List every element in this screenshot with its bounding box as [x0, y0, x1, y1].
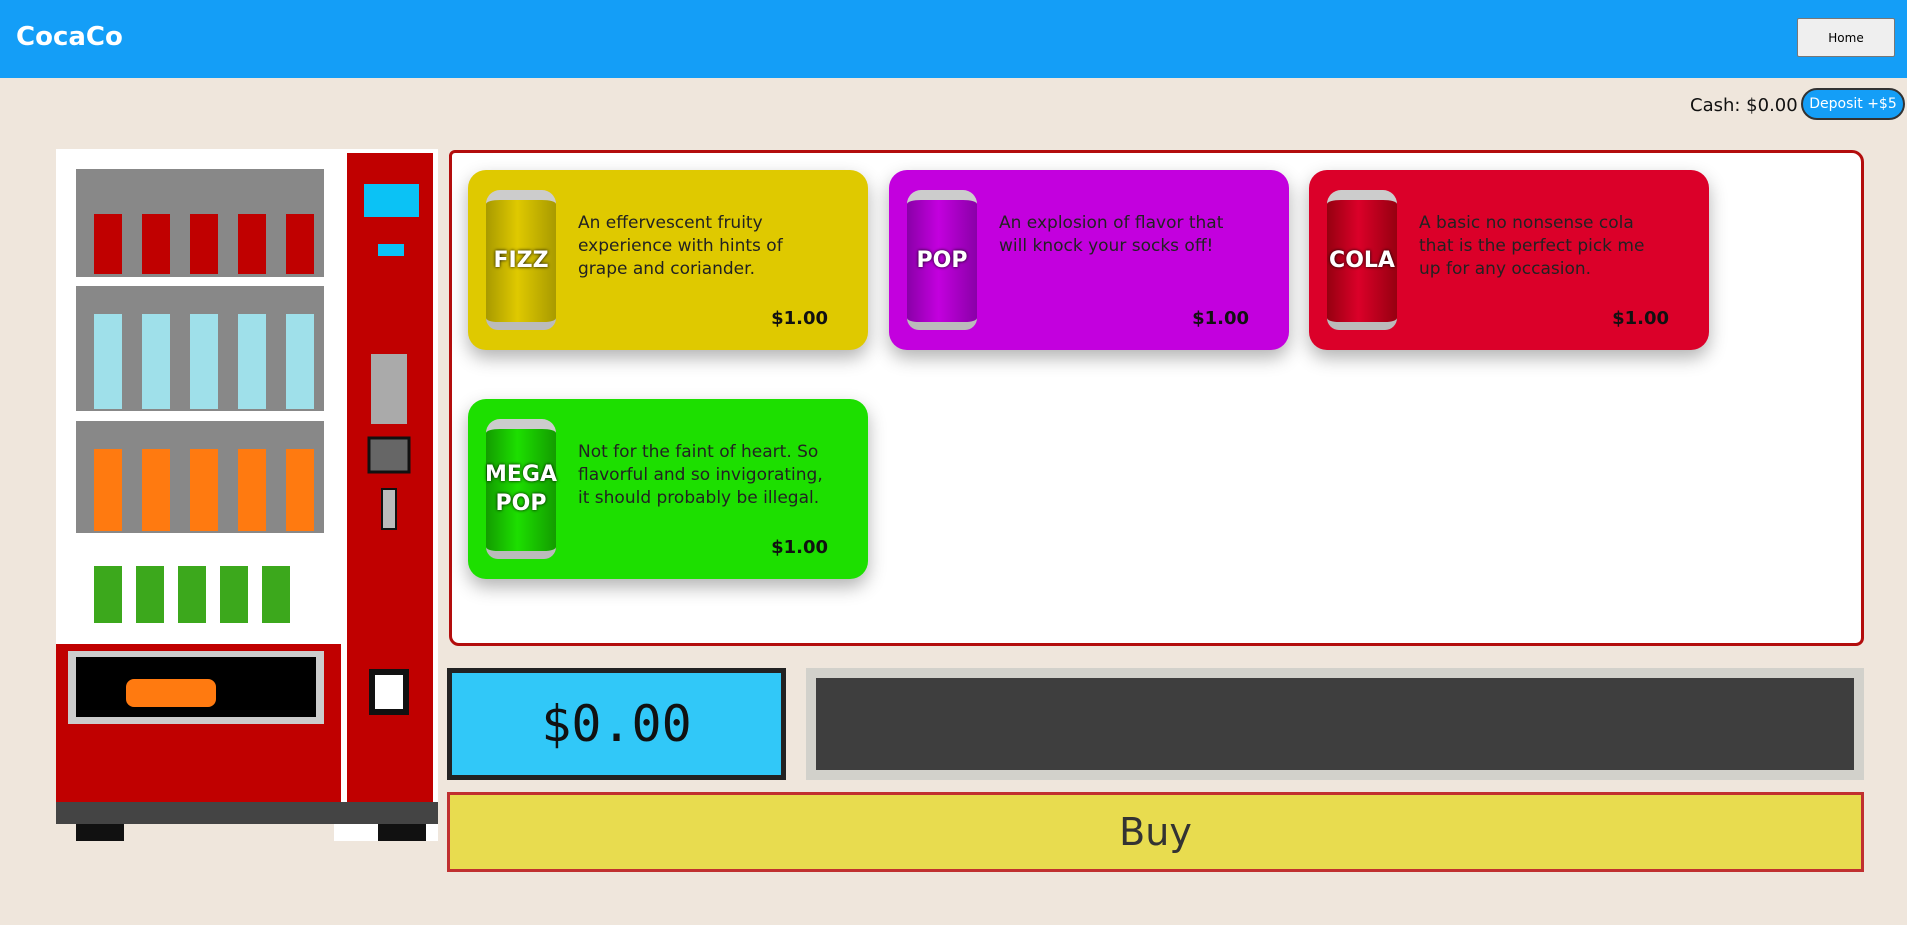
product-price: $1.00	[1612, 308, 1669, 329]
amount-display: $0.00	[447, 668, 786, 780]
message-screen-inner	[816, 678, 1854, 770]
header: CocaCo Home	[0, 0, 1907, 78]
cash-balance: Cash: $0.00	[1690, 95, 1798, 116]
buy-button[interactable]: Buy	[447, 792, 1864, 872]
message-screen	[806, 668, 1864, 780]
product-description: An explosion of flavor that will knock y…	[999, 213, 1224, 256]
vending-machine-illustration	[56, 149, 438, 841]
product-card-fizz[interactable]: FIZZ An effervescent fruity experience w…	[468, 170, 868, 350]
product-card-cola[interactable]: COLA A basic no nonsense cola that is th…	[1309, 170, 1709, 350]
logo: CocaCo	[16, 22, 123, 52]
mega-pop-can-icon: MEGA POP	[485, 419, 557, 559]
product-description: Not for the faint of heart. So flavorful…	[578, 442, 823, 508]
deposit-button[interactable]: Deposit +$5	[1801, 88, 1905, 120]
product-card-pop[interactable]: POP An explosion of flavor that will kno…	[889, 170, 1289, 350]
product-price: $1.00	[771, 537, 828, 558]
product-price: $1.00	[771, 308, 828, 329]
fizz-can-icon: FIZZ	[486, 190, 556, 330]
product-price: $1.00	[1192, 308, 1249, 329]
product-panel: FIZZ An effervescent fruity experience w…	[449, 150, 1864, 646]
product-description: An effervescent fruity experience with h…	[578, 213, 783, 279]
cola-can-icon: COLA	[1327, 190, 1397, 330]
product-description: A basic no nonsense cola that is the per…	[1419, 213, 1645, 279]
product-card-mega-pop[interactable]: MEGA POP Not for the faint of heart. So …	[468, 399, 868, 579]
pop-can-icon: POP	[907, 190, 977, 330]
home-button[interactable]: Home	[1797, 18, 1895, 57]
